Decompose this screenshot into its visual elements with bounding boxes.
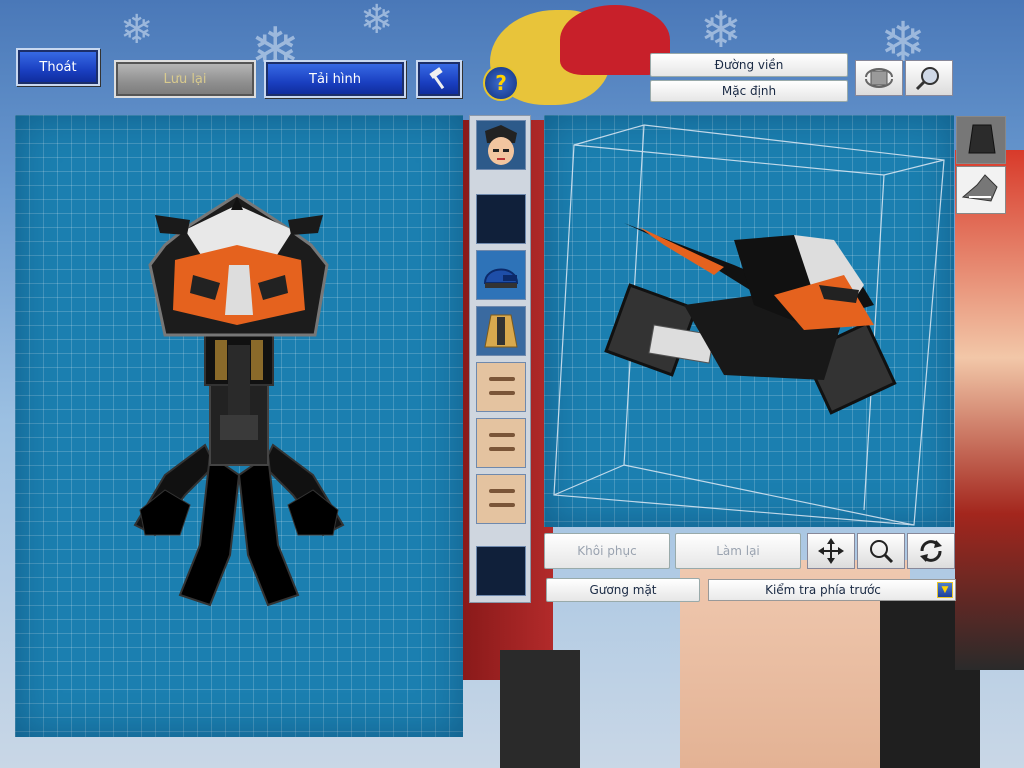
save-label: Lưu lại xyxy=(163,71,207,87)
hammer-button[interactable] xyxy=(416,60,462,98)
help-button[interactable]: ? xyxy=(483,65,519,101)
rotate-button[interactable] xyxy=(907,533,955,569)
zoom-view-button[interactable] xyxy=(905,60,953,96)
preview-canvas[interactable] xyxy=(544,115,954,527)
face-part-thumb[interactable] xyxy=(476,474,526,524)
background-boots xyxy=(500,650,580,768)
helmet-icon xyxy=(483,268,519,288)
body-thumb[interactable] xyxy=(476,306,526,356)
vehicle-front-view xyxy=(133,193,345,607)
default-label: Mặc định xyxy=(721,84,777,98)
zoom-button[interactable] xyxy=(857,533,905,569)
redo-label: Làm lại xyxy=(716,544,760,558)
mirror-button[interactable]: Gương mặt xyxy=(546,578,700,602)
rotate-icon xyxy=(920,540,942,562)
restore-label: Khôi phục xyxy=(577,544,637,558)
helmet-thumb[interactable] xyxy=(476,250,526,300)
chevron-down-icon[interactable]: ▼ xyxy=(937,582,953,598)
exit-label: Thoát xyxy=(39,59,77,75)
wing-tab[interactable] xyxy=(956,166,1006,214)
exit-button[interactable]: Thoát xyxy=(16,48,100,86)
redo-button[interactable]: Làm lại xyxy=(675,533,801,569)
view-select[interactable]: Kiểm tra phía trước ▼ xyxy=(708,579,956,601)
empty-slot[interactable] xyxy=(476,546,526,596)
move-button[interactable] xyxy=(807,533,855,569)
reload-label: Tải hình xyxy=(309,71,361,87)
hammer-icon xyxy=(429,67,445,90)
parts-strip xyxy=(469,115,531,603)
vehicle-3d-preview xyxy=(553,124,945,526)
empty-slot[interactable] xyxy=(476,194,526,244)
mirror-label: Gương mặt xyxy=(589,583,657,597)
restore-button[interactable]: Khôi phục xyxy=(544,533,670,569)
snowflake-icon: ❄ xyxy=(120,7,154,53)
wing-part-icon xyxy=(961,174,998,202)
magnifier-icon xyxy=(915,67,939,91)
reload-image-button[interactable]: Tải hình xyxy=(264,60,406,98)
outline-label: Đường viền xyxy=(714,58,784,72)
help-icon: ? xyxy=(495,71,507,95)
default-button[interactable]: Mặc định xyxy=(650,80,848,102)
snowflake-icon: ❄ xyxy=(360,0,394,43)
character-head-thumb[interactable] xyxy=(476,120,526,170)
character-face-icon xyxy=(485,125,517,165)
outline-button[interactable]: Đường viền xyxy=(650,53,848,77)
snowflake-icon: ❄ xyxy=(700,1,742,59)
vehicle-tab[interactable] xyxy=(956,116,1006,164)
move-icon xyxy=(818,538,844,564)
rotate-view-button[interactable] xyxy=(855,60,903,96)
background-character-right xyxy=(955,150,1024,670)
design-canvas[interactable] xyxy=(15,115,463,737)
rotate-view-icon xyxy=(865,68,893,88)
vehicle-part-icon xyxy=(968,124,996,154)
face-part-thumb[interactable] xyxy=(476,418,526,468)
zoom-icon xyxy=(870,540,894,564)
face-part-thumb[interactable] xyxy=(476,362,526,412)
view-select-value: Kiểm tra phía trước xyxy=(765,583,881,597)
save-button: Lưu lại xyxy=(114,60,256,98)
body-icon xyxy=(484,314,518,348)
